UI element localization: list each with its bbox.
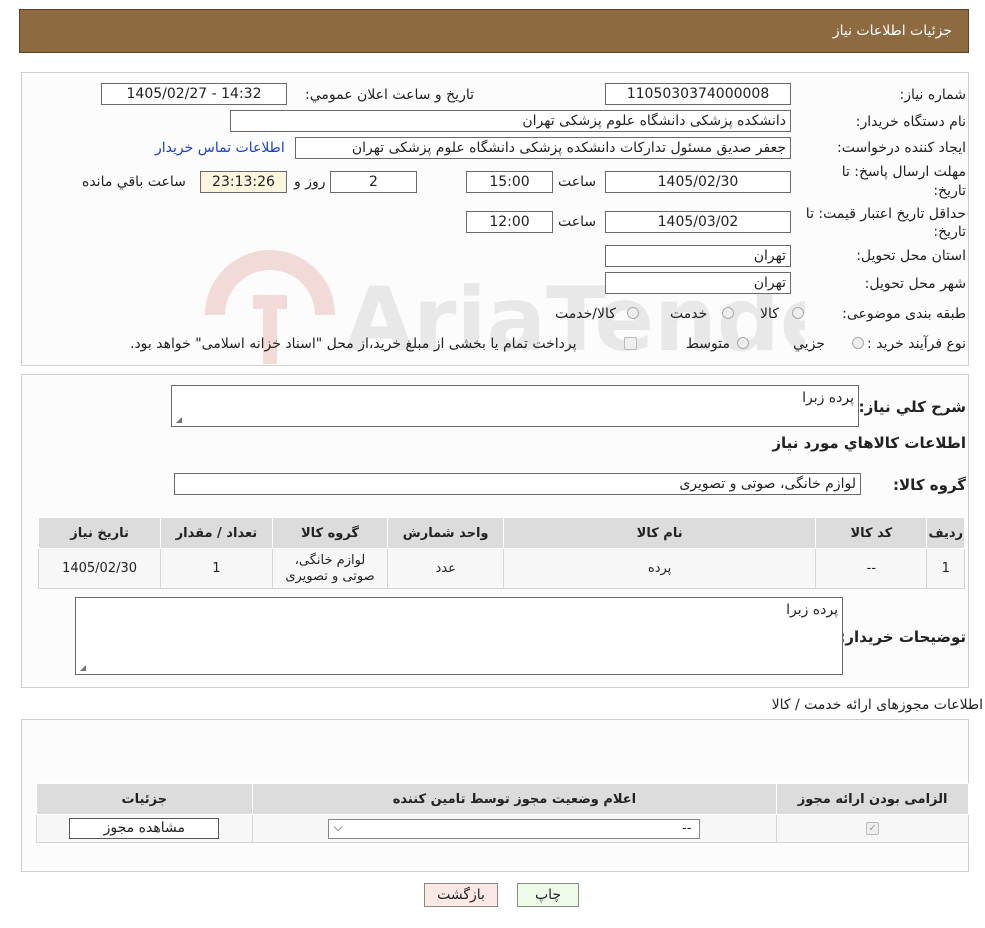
permits-title: اطلاعات مجوزهای ارائه خدمت / کالا — [771, 697, 983, 713]
process-option-medium: متوسط — [686, 336, 730, 352]
permits-table: الزامی بودن ارائه مجوز اعلام وضعیت مجوز … — [36, 783, 969, 843]
category-radio-goods[interactable] — [792, 307, 804, 319]
buyer-label: نام دستگاه خریدار: — [855, 114, 966, 130]
goods-group-field: لوازم خانگی، صوتی و تصویری — [174, 473, 861, 495]
province-label: استان محل تحویل: — [856, 248, 966, 264]
cell-group-line2: صوتی و تصویری — [285, 568, 375, 584]
remaining-label: ساعت باقي مانده — [82, 174, 186, 190]
province-field: تهران — [605, 245, 791, 267]
goods-group-label: گروه کالا: — [893, 476, 966, 494]
cell-permit-details: مشاهده مجوز — [36, 814, 253, 843]
process-option-minor: جزیي — [793, 336, 825, 352]
remaining-time-field: 23:13:26 — [200, 171, 287, 193]
col-permit-details: جزئیات — [36, 783, 253, 815]
category-radio-service[interactable] — [722, 307, 734, 319]
process-radio-minor[interactable] — [852, 337, 864, 349]
process-note: پرداخت تمام یا بخشی از مبلغ خرید،از محل … — [130, 336, 577, 352]
category-option-goods: کالا — [760, 306, 779, 322]
category-option-service: خدمت — [670, 306, 708, 322]
cell-unit: عدد — [387, 548, 505, 589]
reply-time-label: ساعت — [558, 174, 597, 190]
col-group: گروه کالا — [271, 517, 389, 549]
cell-index: 1 — [926, 548, 965, 589]
need-number-label: شماره نیاز: — [899, 87, 967, 103]
buyer-field: دانشکده پزشکی دانشگاه علوم پزشکی تهران — [230, 110, 791, 132]
resize-grip-icon[interactable]: ◢ — [174, 416, 182, 424]
col-unit: واحد شمارش — [387, 517, 505, 549]
announce-label: تاریخ و ساعت اعلان عمومي: — [305, 87, 474, 103]
reply-deadline-label-2: تاریخ: — [933, 183, 966, 199]
validity-time-label: ساعت — [558, 214, 597, 230]
goods-table-header: ردیف کد کالا نام کالا واحد شمارش گروه کا… — [37, 517, 965, 549]
validity-label: حداقل تاریخ اعتبار قیمت: تا — [805, 206, 966, 222]
col-permit-status: اعلام وضعیت مجوز توسط تامین کننده — [251, 783, 778, 815]
reply-time-field: 15:00 — [466, 171, 553, 193]
city-field: تهران — [605, 272, 791, 294]
buyer-notes-text: پرده زبرا — [786, 602, 838, 618]
page-header: جزئیات اطلاعات نیاز — [19, 9, 969, 53]
description-label: شرح کلي نیاز: — [858, 398, 966, 416]
col-row: ردیف — [926, 517, 965, 549]
days-label: روز و — [294, 174, 326, 190]
cell-group-line1: لوازم خانگی، — [294, 552, 366, 568]
cell-permit-status: -- ⌵ — [251, 814, 778, 843]
permit-required-checkbox[interactable]: ✓ — [866, 822, 880, 835]
table-row: ✓ -- ⌵ مشاهده مجوز — [36, 814, 969, 843]
back-button[interactable]: بازگشت — [424, 883, 498, 907]
goods-table: ردیف کد کالا نام کالا واحد شمارش گروه کا… — [37, 517, 965, 589]
resize-grip-icon[interactable]: ◢ — [78, 664, 86, 672]
city-label: شهر محل تحویل: — [864, 276, 966, 292]
treasury-checkbox[interactable] — [624, 337, 637, 350]
col-qty: تعداد / مقدار — [160, 517, 273, 549]
days-field: 2 — [330, 171, 417, 193]
description-text: پرده زبرا — [802, 390, 854, 406]
chevron-down-icon: ⌵ — [333, 819, 343, 834]
page-title: جزئیات اطلاعات نیاز — [832, 23, 952, 39]
permit-status-value: -- — [682, 820, 692, 836]
goods-info-title: اطلاعات کالاهاي مورد نیاز — [772, 434, 966, 452]
col-code: کد کالا — [815, 517, 928, 549]
cell-qty: 1 — [160, 548, 273, 589]
cell-code: -- — [815, 548, 928, 589]
validity-date-field: 1405/03/02 — [605, 211, 791, 233]
col-permit-required: الزامی بودن ارائه مجوز — [776, 783, 969, 815]
category-option-goods-service: کالا/خدمت — [555, 306, 616, 322]
process-label: نوع فرآیند خرید : — [867, 336, 966, 352]
buyer-notes-label: توضیحات خریدار: — [839, 628, 966, 646]
cell-name: پرده — [503, 548, 817, 589]
reply-date-field: 1405/02/30 — [605, 171, 791, 193]
buyer-contact-link[interactable]: اطلاعات تماس خریدار — [155, 140, 285, 156]
permits-table-header: الزامی بودن ارائه مجوز اعلام وضعیت مجوز … — [36, 783, 969, 815]
view-permit-button[interactable]: مشاهده مجوز — [69, 818, 220, 839]
table-row: 1 -- پرده عدد لوازم خانگی، صوتی و تصویری… — [37, 548, 965, 589]
col-name: نام کالا — [503, 517, 817, 549]
col-date: تاریخ نیاز — [37, 517, 162, 549]
buyer-notes-textarea[interactable]: پرده زبرا ◢ — [75, 597, 843, 675]
permit-status-select[interactable]: -- ⌵ — [328, 818, 701, 839]
cell-permit-required: ✓ — [776, 814, 969, 843]
category-radio-goods-service[interactable] — [627, 307, 639, 319]
need-number-field: 1105030374000008 — [605, 83, 791, 105]
description-textarea[interactable]: پرده زبرا ◢ — [171, 385, 859, 427]
announce-field: 1405/02/27 - 14:32 — [101, 83, 287, 105]
validity-label-2: تاریخ: — [933, 224, 966, 240]
category-label: طبقه بندی موضوعی: — [842, 306, 966, 322]
creator-label: ایجاد کننده درخواست: — [837, 140, 966, 156]
cell-group: لوازم خانگی، صوتی و تصویری — [271, 548, 389, 589]
cell-date: 1405/02/30 — [37, 548, 162, 589]
process-radio-medium[interactable] — [737, 337, 749, 349]
reply-deadline-label: مهلت ارسال پاسخ: تا — [841, 164, 966, 180]
creator-field: جعفر صدیق مسئول تداركات دانشکده پزشکی دا… — [295, 137, 791, 159]
validity-time-field: 12:00 — [466, 211, 553, 233]
print-button[interactable]: چاپ — [517, 883, 579, 907]
